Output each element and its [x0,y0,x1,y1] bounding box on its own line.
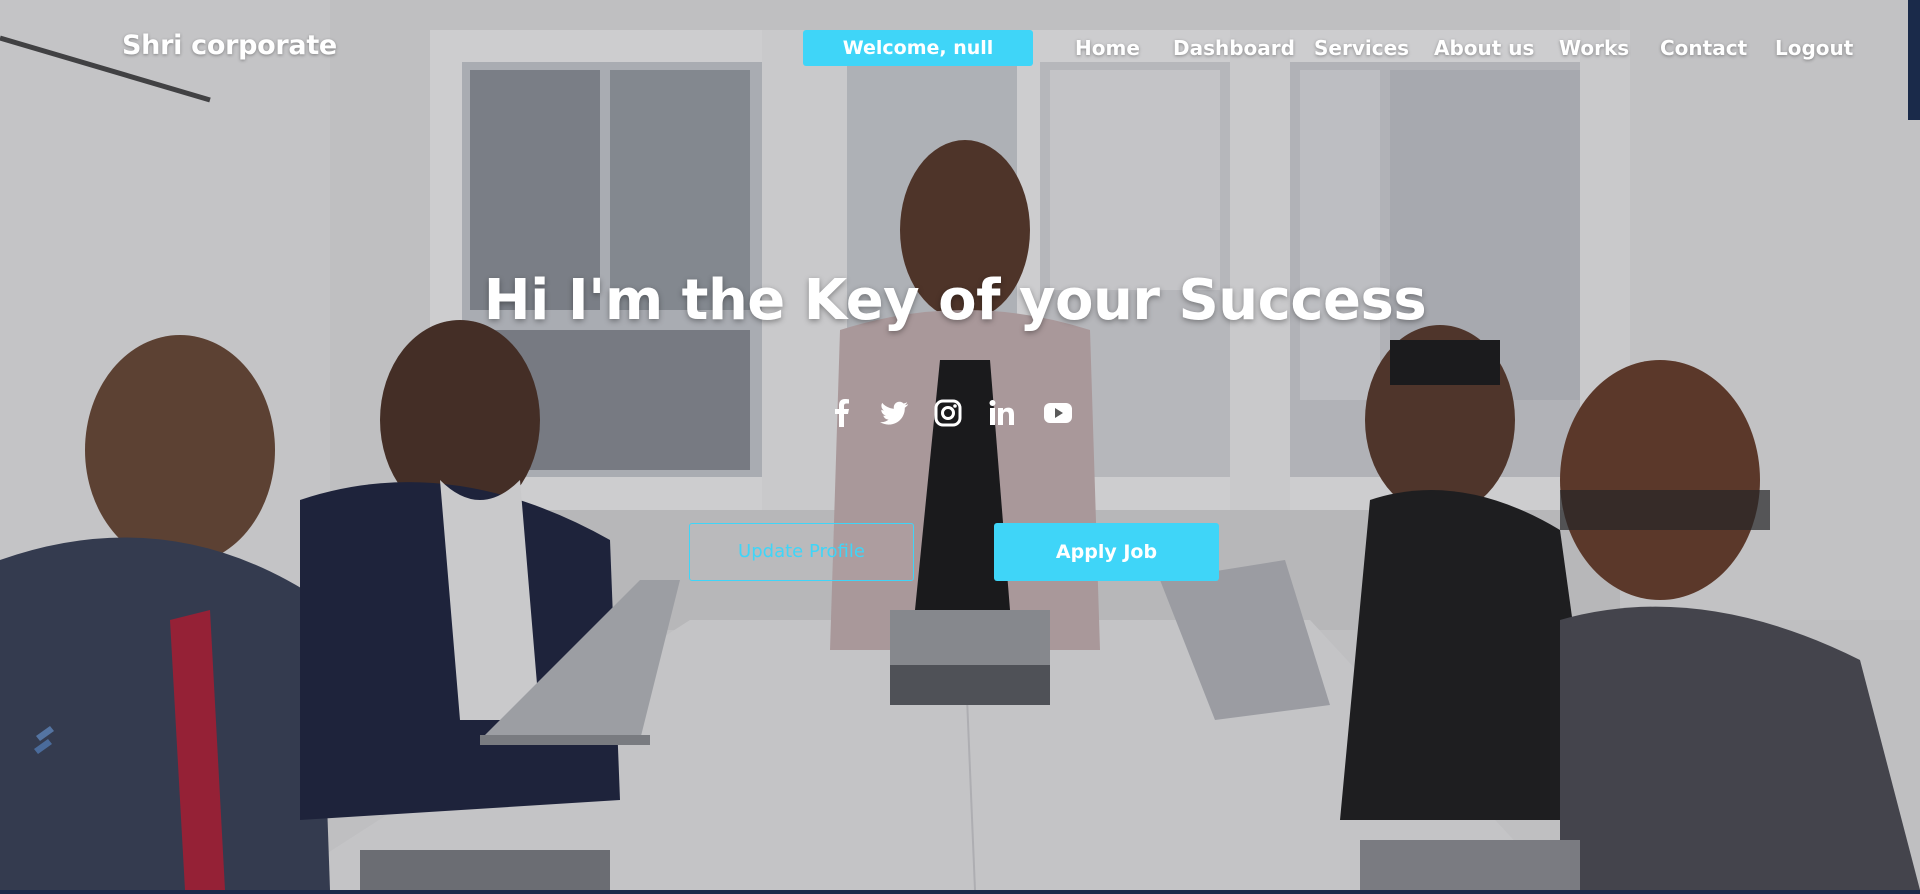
youtube-icon[interactable] [1042,397,1074,429]
hero-overlay [0,0,1920,890]
nav-logout[interactable]: Logout [1775,36,1853,60]
nav-about-us[interactable]: About us [1434,36,1534,60]
chat-widget-icon[interactable] [26,722,62,758]
page-bottom-edge [0,890,1920,894]
brand-logo[interactable]: Shri corporate [122,30,337,61]
nav-contact[interactable]: Contact [1660,36,1747,60]
apply-job-button[interactable]: Apply Job [994,523,1219,581]
nav-dashboard[interactable]: Dashboard [1173,36,1295,60]
welcome-badge: Welcome, null [803,30,1033,66]
instagram-icon[interactable] [932,397,964,429]
hero-headline: Hi I'm the Key of your Success [483,268,1427,333]
scroll-edge [1908,0,1920,120]
linkedin-icon[interactable] [986,397,1018,429]
nav-services[interactable]: Services [1314,36,1409,60]
twitter-icon[interactable] [878,397,910,429]
facebook-icon[interactable] [826,397,858,429]
update-profile-button[interactable]: Update Profile [689,523,914,581]
nav-works[interactable]: Works [1559,36,1629,60]
hero-section [0,0,1920,890]
nav-home[interactable]: Home [1075,36,1140,60]
